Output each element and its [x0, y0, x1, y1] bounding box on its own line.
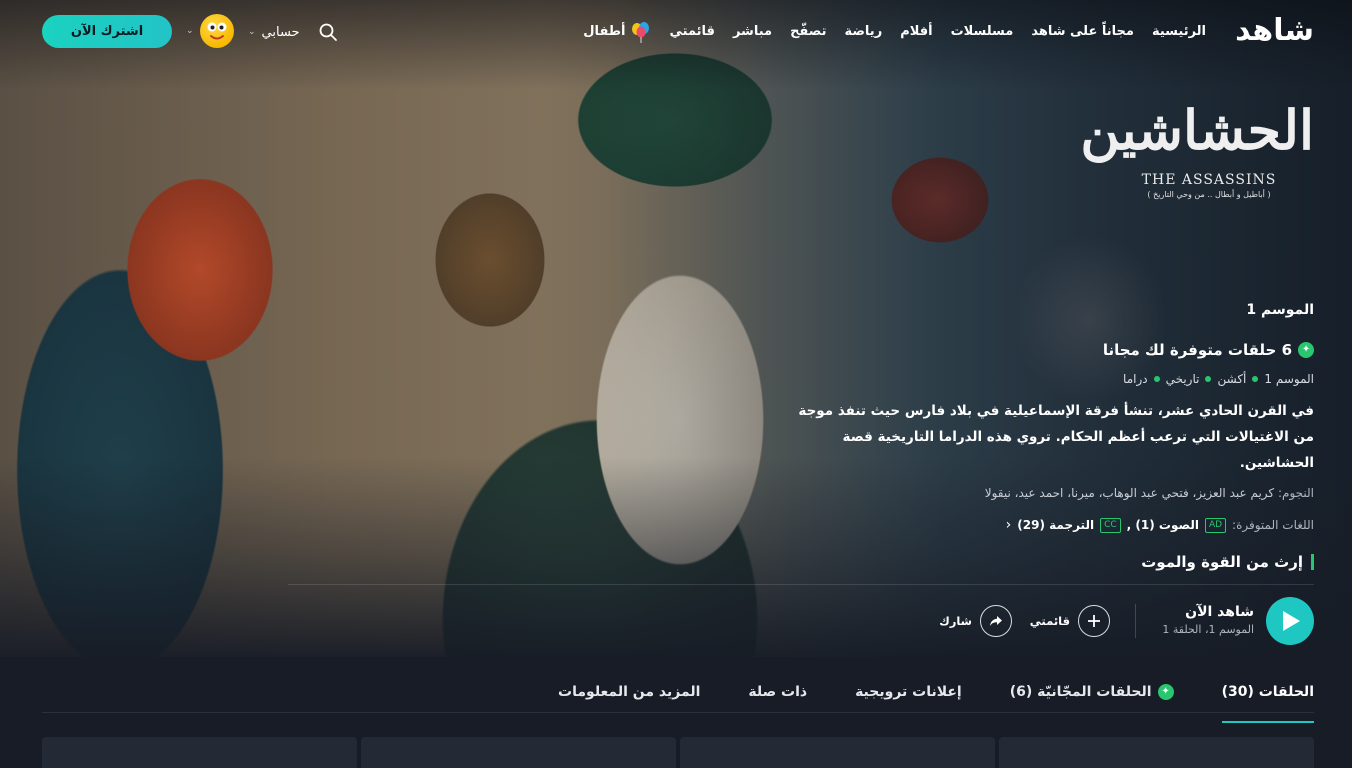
show-meta: الموسم 1 أكشن تاريخي دراما	[794, 370, 1314, 388]
top-nav: شاهد الرئيسية مجاناً على شاهد مسلسلات أف…	[0, 0, 1352, 64]
episode-card[interactable]	[42, 737, 357, 768]
episode-card[interactable]	[680, 737, 995, 768]
shahid-logo[interactable]: شاهد	[1228, 14, 1315, 48]
nav-free[interactable]: مجاناً على شاهد	[1031, 20, 1134, 44]
episode-card[interactable]	[999, 737, 1314, 768]
cast-label: النجوم:	[1277, 486, 1314, 500]
nav-links: الرئيسية مجاناً على شاهد مسلسلات أفلام ر…	[583, 20, 1206, 44]
free-star-icon: ✦	[1157, 684, 1174, 700]
free-episodes-badge: ✦ 6 حلقات متوفرة لك مجانا	[794, 338, 1314, 362]
plus-icon	[1088, 615, 1100, 627]
free-star-icon: ✦	[1298, 342, 1314, 358]
show-info: الموسم 1 ✦ 6 حلقات متوفرة لك مجانا الموس…	[794, 296, 1314, 572]
play-icon	[1283, 611, 1300, 631]
season-label: الموسم 1	[1246, 302, 1314, 318]
emoji-face-icon	[207, 22, 227, 40]
nav-kids-label: أطفال	[583, 24, 626, 39]
hero-divider	[288, 584, 1314, 585]
cast-names: كريم عبد العزيز، فتحي عبد الوهاب، ميرنا،…	[984, 486, 1275, 500]
chevron-down-icon: ⌄	[248, 27, 256, 37]
show-logo-tagline: ( أباطيل و أبطال .. من وحي التاريخ )	[1147, 190, 1271, 199]
nav-live[interactable]: مباشر	[733, 20, 772, 44]
meta-dot	[1252, 376, 1259, 382]
chevron-left-icon[interactable]: ‹	[1006, 516, 1012, 534]
tab-more-info[interactable]: المزيد من المعلومات	[558, 671, 700, 713]
share-button[interactable]	[980, 605, 1012, 637]
tab-related[interactable]: ذات صلة	[748, 671, 807, 713]
avatar[interactable]	[200, 14, 234, 48]
audio-description-tag: AD	[1204, 517, 1227, 533]
show-tagline: إرث من القوة والموت	[794, 552, 1314, 572]
share-icon	[990, 616, 1002, 626]
tab-episodes[interactable]: الحلقات (30)	[1221, 671, 1315, 723]
tagline-text: إرث من القوة والموت	[1141, 553, 1303, 571]
balloons-icon	[631, 22, 649, 43]
subscribe-button[interactable]: اشترك الآن	[42, 15, 172, 48]
show-title-logo: الحشاشين THE ASSASSINS ( أباطيل و أبطال …	[1080, 88, 1314, 213]
search-icon[interactable]	[318, 22, 338, 42]
nav-sports[interactable]: رياضة	[844, 20, 882, 44]
nav-browse[interactable]: تصفّح	[790, 20, 826, 44]
show-logo-arabic: الحشاشين	[1080, 98, 1314, 162]
tab-divider	[42, 712, 1314, 713]
subtitles-count: الترجمة (29)	[1017, 518, 1095, 532]
meta-dot	[1153, 376, 1160, 382]
add-to-mylist-button[interactable]	[1078, 605, 1110, 637]
free-episodes-text: 6 حلقات متوفرة لك مجانا	[1102, 341, 1292, 359]
tab-free-episodes-label: الحلقات المجّانيّة (6)	[1009, 684, 1152, 700]
nav-kids[interactable]: أطفال	[583, 20, 651, 44]
action-row: شاهد الآن الموسم 1، الحلقة 1 قائمتي شارك	[894, 596, 1314, 646]
episode-card[interactable]	[361, 737, 676, 768]
watch-now[interactable]: شاهد الآن الموسم 1، الحلقة 1	[1162, 602, 1254, 638]
languages-line: اللغات المتوفرة: AD الصوت (1) , CC الترج…	[794, 516, 1314, 534]
tab-trailers[interactable]: إعلانات ترويجية	[855, 671, 962, 713]
nav-mylist[interactable]: قائمتي	[670, 20, 715, 44]
tagline-accent-bar	[1311, 554, 1314, 570]
play-button[interactable]	[1266, 597, 1314, 645]
show-logo-english: THE ASSASSINS	[1141, 172, 1277, 188]
meta-season: الموسم 1	[1264, 372, 1314, 386]
watch-now-episode: الموسم 1، الحلقة 1	[1162, 623, 1254, 636]
meta-genre-historical[interactable]: تاريخي	[1166, 370, 1200, 388]
avatar-chevron-icon[interactable]: ⌄	[186, 26, 194, 36]
cast-line: النجوم: كريم عبد العزيز، فتحي عبد الوهاب…	[794, 484, 1314, 502]
episode-cards	[42, 737, 1314, 768]
closed-captions-tag: CC	[1100, 517, 1121, 533]
meta-genre-drama[interactable]: دراما	[1123, 370, 1148, 388]
tab-free-episodes[interactable]: ✦ الحلقات المجّانيّة (6)	[1010, 671, 1174, 713]
nav-home[interactable]: الرئيسية	[1152, 20, 1206, 44]
account-menu[interactable]: حسابي ⌄	[248, 22, 300, 42]
action-separator	[1135, 604, 1136, 638]
show-description: في القرن الحادي عشر، تنشأ فرقة الإسماعيل…	[798, 403, 1314, 471]
languages-label: اللغات المتوفرة:	[1232, 518, 1314, 532]
account-label: حسابي	[261, 24, 300, 40]
mylist-label[interactable]: قائمتي	[1030, 612, 1070, 630]
tab-row: الحلقات (30) ✦ الحلقات المجّانيّة (6) إع…	[558, 671, 1315, 723]
content-tabs: الحلقات (30) ✦ الحلقات المجّانيّة (6) إع…	[0, 657, 1352, 768]
audio-count: الصوت (1) ,	[1126, 518, 1199, 532]
nav-movies[interactable]: أفلام	[900, 20, 932, 44]
nav-series[interactable]: مسلسلات	[951, 20, 1014, 44]
watch-now-title: شاهد الآن	[1185, 604, 1254, 620]
meta-genre-action[interactable]: أكشن	[1217, 370, 1246, 388]
meta-dot	[1205, 376, 1212, 382]
share-label[interactable]: شارك	[939, 612, 972, 630]
